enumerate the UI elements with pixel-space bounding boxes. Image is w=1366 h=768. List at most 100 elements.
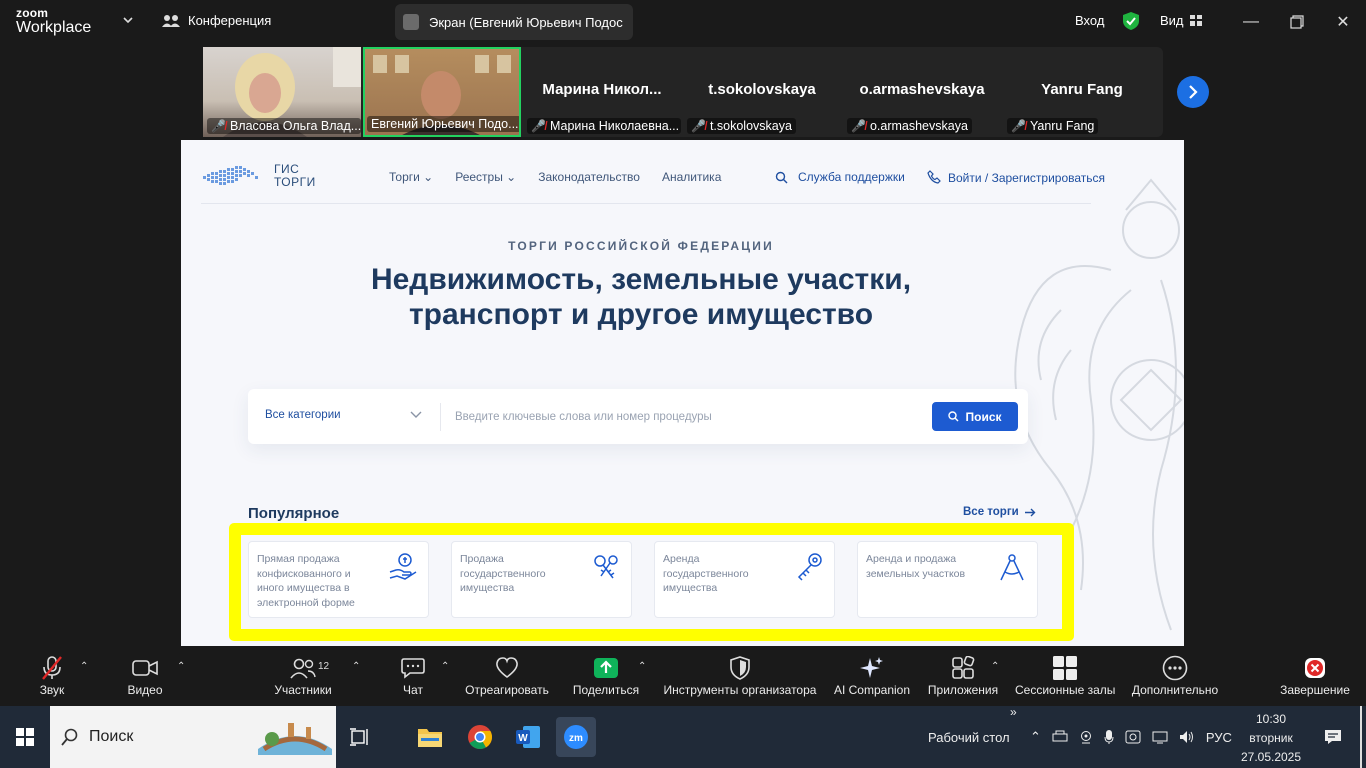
mic-muted-icon: 🎤̸ (211, 119, 226, 133)
search-icon (948, 411, 959, 422)
taskbar-search[interactable]: Поиск (50, 706, 336, 768)
support-area: Служба поддержки (775, 170, 941, 184)
popular-card[interactable]: Аренда и продажа земельных участков (857, 541, 1038, 618)
ai-companion-button[interactable]: AI Companion (833, 653, 911, 697)
screen-share-pill[interactable]: Экран (Евгений Юрьевич Подос ••• (395, 4, 633, 40)
audio-button[interactable]: Звук (30, 653, 74, 697)
site-header: ГИС ТОРГИ Торги ⌄ Реестры ⌄ Законодатель… (201, 152, 1105, 204)
support-link[interactable]: Служба поддержки (798, 170, 905, 184)
tray-language[interactable]: РУС (1206, 730, 1232, 745)
tray-printer-icon[interactable] (1052, 730, 1068, 744)
participant-tile[interactable]: Yanru Fang 🎤̸ Yanru Fang (1003, 47, 1161, 137)
audio-caret-icon[interactable]: ⌃ (80, 661, 88, 672)
popular-card[interactable]: Продажа государственного имущества (451, 541, 632, 618)
search-icon (61, 728, 78, 746)
search-button[interactable]: Поиск (932, 402, 1018, 431)
apps-caret-icon[interactable]: ⌃ (991, 661, 999, 672)
divider (440, 403, 441, 431)
popular-card[interactable]: Прямая продажа конфискованного и иного и… (248, 541, 429, 618)
more-icon (1162, 655, 1188, 681)
chevron-down-icon[interactable] (410, 411, 422, 419)
popular-card[interactable]: Аренда государственного имущества (654, 541, 835, 618)
task-view-icon[interactable] (340, 717, 380, 757)
participants-button[interactable]: Участники (270, 653, 336, 697)
participant-tile[interactable]: t.sokolovskaya 🎤̸ t.sokolovskaya (683, 47, 841, 137)
show-desktop-strip[interactable] (1360, 706, 1362, 768)
close-icon[interactable]: ✕ (1333, 12, 1353, 32)
desktop-toolbar[interactable]: Рабочий стол (928, 706, 1010, 768)
tray-volume-icon[interactable] (1179, 730, 1195, 744)
hero-line1: Недвижимость, земельные участки, (370, 263, 912, 296)
windows-start-icon[interactable] (5, 717, 45, 757)
apps-icon (952, 656, 975, 679)
russia-map-logo-icon[interactable] (201, 162, 261, 194)
mic-muted-icon: 🎤̸ (851, 119, 866, 133)
tray-mic-icon[interactable] (1104, 729, 1114, 745)
apps-button[interactable]: Приложения (926, 653, 1000, 697)
phone-icon[interactable] (927, 170, 941, 184)
chrome-icon[interactable] (460, 717, 500, 757)
hero-eyebrow: ТОРГИ РОССИЙСКОЙ ФЕДЕРАЦИИ (508, 239, 774, 253)
file-explorer-icon[interactable] (410, 717, 450, 757)
breakout-rooms-button[interactable]: Сессионные залы (1015, 653, 1115, 697)
zoom-app-icon[interactable]: zm (556, 717, 596, 757)
participants-caret-icon[interactable]: ⌃ (352, 661, 360, 672)
react-label: Отреагировать (465, 683, 549, 697)
breakout-rooms-label: Сессионные залы (1015, 683, 1116, 697)
video-label: Видео (127, 683, 163, 697)
compass-icon (1000, 554, 1024, 581)
search-icon[interactable] (775, 171, 788, 184)
site-logo-text[interactable]: ГИС ТОРГИ (274, 163, 316, 189)
nav-item-law[interactable]: Законодательство (538, 170, 640, 184)
nav-item-reestry[interactable]: Реестры ⌄ (455, 170, 516, 184)
video-caret-icon[interactable]: ⌃ (177, 661, 185, 672)
tray-zoom-icon[interactable] (1125, 730, 1141, 744)
login-register-link[interactable]: Войти / Зарегистрироваться (948, 171, 1105, 185)
conference-menu[interactable]: Конференция (162, 13, 271, 28)
system-tray: ⌃ РУС (1030, 706, 1232, 768)
windows-taskbar: Поиск W zm Рабочий стол » ⌃ РУС 10:30 вт… (0, 705, 1366, 768)
participant-name: Евгений Юрьевич Подо... (367, 116, 519, 132)
clock-time: 10:30 (1255, 712, 1287, 726)
share-caret-icon[interactable]: ⌃ (638, 661, 646, 672)
more-button[interactable]: Дополнительно (1130, 653, 1220, 697)
clock-date: 27.05.2025 (1240, 750, 1302, 764)
participant-tile[interactable]: 🎤̸ Власова Ольга Влад... (203, 47, 361, 137)
restore-icon[interactable] (1287, 12, 1307, 32)
participant-tile[interactable]: o.armashevskaya 🎤̸ o.armashevskaya (843, 47, 1001, 137)
participant-display-name: Марина Никол... (542, 81, 662, 98)
notifications-icon[interactable] (1313, 717, 1353, 757)
nav-item-torgi[interactable]: Торги ⌄ (389, 170, 433, 184)
tray-camera-icon[interactable] (1079, 730, 1093, 744)
taskbar-clock[interactable]: 10:30 вторник 27.05.2025 (1236, 710, 1306, 767)
end-meeting-button[interactable]: Завершение (1280, 653, 1350, 697)
shield-icon (730, 656, 750, 680)
tray-network-icon[interactable] (1152, 730, 1168, 744)
search-input[interactable] (453, 406, 913, 428)
minimize-icon[interactable]: — (1241, 12, 1261, 32)
chat-button[interactable]: Чат (396, 653, 430, 697)
participant-display-name: o.armashevskaya (859, 81, 985, 98)
share-label: Поделиться (572, 683, 640, 697)
tray-chevron-up-icon[interactable]: ⌃ (1030, 729, 1041, 745)
participant-tile-active[interactable]: Евгений Юрьевич Подо... (363, 47, 521, 137)
word-icon[interactable]: W (508, 717, 548, 757)
category-select[interactable]: Все категории (265, 409, 341, 421)
share-button[interactable]: Поделиться (572, 653, 640, 697)
view-menu[interactable]: Вид (1160, 13, 1202, 28)
chat-caret-icon[interactable]: ⌃ (441, 661, 449, 672)
participant-tile[interactable]: Марина Никол... 🎤̸ Марина Николаевна... (523, 47, 681, 137)
participants-icon (290, 658, 316, 679)
breakout-rooms-icon (1053, 656, 1077, 680)
next-participants-button[interactable] (1177, 76, 1209, 108)
nav-item-analytics[interactable]: Аналитика (662, 170, 721, 184)
desktop-expand-icon[interactable]: » (1010, 702, 1017, 722)
video-button[interactable]: Видео (122, 653, 168, 697)
host-tools-button[interactable]: Инструменты организатора (662, 653, 818, 697)
conference-label: Конференция (188, 13, 272, 28)
security-shield-icon[interactable] (1122, 11, 1140, 31)
all-torgi-link[interactable]: Все торги (963, 506, 1036, 518)
chevron-down-icon[interactable] (122, 14, 134, 26)
login-button[interactable]: Вход (1075, 13, 1104, 28)
react-button[interactable]: Отреагировать (465, 653, 549, 697)
